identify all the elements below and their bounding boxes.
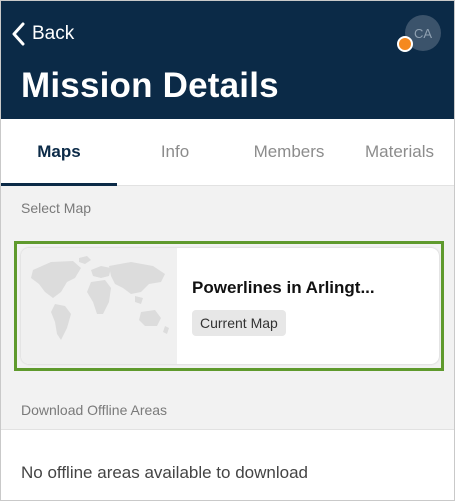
tab-maps-label: Maps — [37, 142, 81, 161]
map-name: Powerlines in Arlingt... — [192, 278, 375, 297]
tab-maps[interactable]: Maps — [1, 119, 117, 186]
back-label: Back — [32, 23, 75, 44]
world-map-thumbnail — [21, 248, 177, 364]
app-header: Back CA Mission Details — [1, 1, 454, 119]
tab-bar: Maps Info Members Materials — [1, 119, 454, 186]
tab-info-label: Info — [160, 142, 190, 161]
tab-members[interactable]: Members — [233, 119, 345, 185]
map-card[interactable]: Powerlines in Arlingt... Current Map — [21, 248, 439, 364]
chevron-left-icon — [12, 22, 25, 46]
status-indicator — [397, 36, 413, 52]
world-map-image — [31, 256, 169, 340]
tab-info[interactable]: Info — [117, 119, 233, 185]
back-button[interactable]: Back — [11, 19, 74, 49]
select-map-heading: Select Map — [21, 200, 92, 216]
mission-details-screen: Back CA Mission Details Maps Info Member… — [0, 0, 455, 501]
page-title: Mission Details — [21, 66, 279, 105]
current-map-badge-label: Current Map — [200, 315, 278, 331]
active-tab-indicator — [1, 183, 117, 186]
offline-areas-panel: No offline areas available to download — [1, 429, 454, 500]
tab-materials-label: Materials — [365, 142, 434, 161]
empty-offline-message: No offline areas available to download — [21, 463, 308, 482]
download-offline-heading: Download Offline Areas — [21, 402, 168, 418]
avatar-initials: CA — [413, 25, 433, 41]
tab-materials[interactable]: Materials — [345, 119, 454, 185]
current-map-badge: Current Map — [192, 310, 286, 336]
tab-members-label: Members — [253, 142, 325, 161]
